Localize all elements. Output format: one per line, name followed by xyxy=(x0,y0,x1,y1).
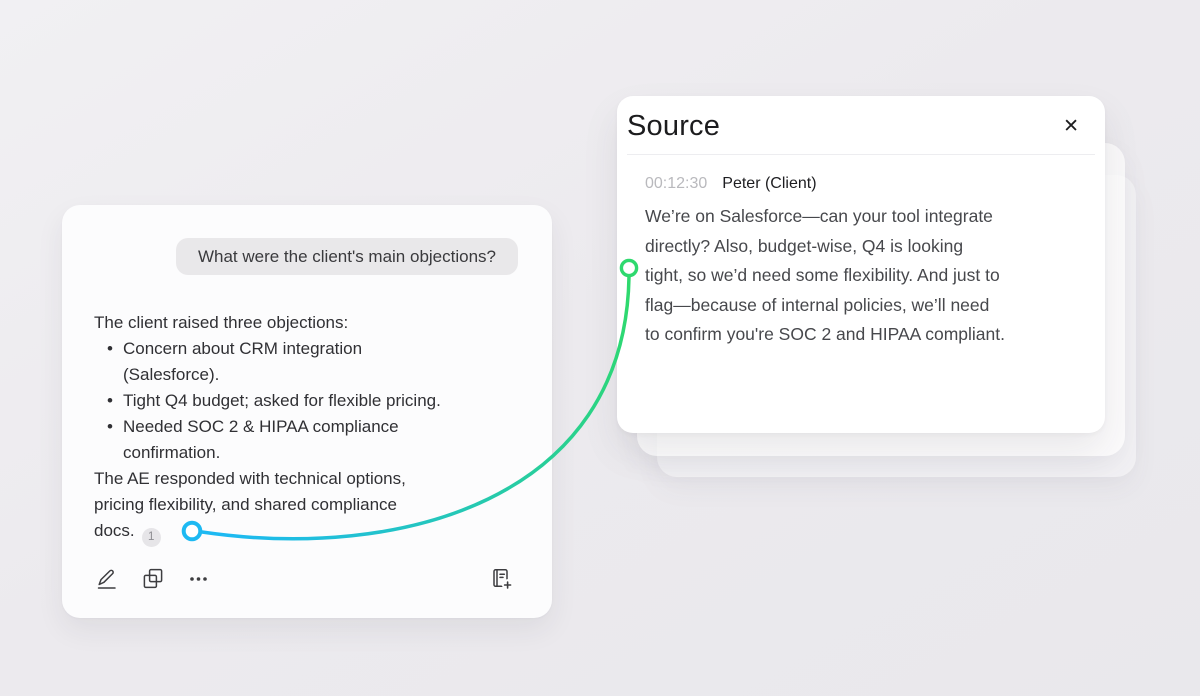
bullet-text: Concern about CRM integration (Salesforc… xyxy=(123,336,362,388)
answer-text-block: The client raised three objections: • Co… xyxy=(94,310,518,547)
close-button[interactable]: ✕ xyxy=(1059,115,1083,138)
source-panel: Source ✕ 00:12:30 Peter (Client) We’re o… xyxy=(617,96,1105,433)
pencil-icon xyxy=(95,567,119,591)
source-header: Source ✕ xyxy=(617,96,1105,154)
bullet-text: Needed SOC 2 & HIPAA compliance confirma… xyxy=(123,414,399,466)
answer-bullet-3: • Needed SOC 2 & HIPAA compliance confir… xyxy=(94,414,518,466)
ellipsis-icon xyxy=(187,567,211,591)
answer-closing-text: The AE responded with technical options,… xyxy=(94,469,406,540)
citation-badge[interactable]: 1 xyxy=(142,528,161,547)
source-title: Source xyxy=(627,106,720,146)
source-content: 00:12:30 Peter (Client) We’re on Salesfo… xyxy=(617,155,1105,350)
copy-button[interactable] xyxy=(140,566,166,592)
answer-card: What were the client's main objections? … xyxy=(62,205,552,618)
desktop-background: { "answer_card": { "question": "What wer… xyxy=(0,0,1200,696)
timestamp: 00:12:30 xyxy=(645,174,707,193)
question-text: What were the client's main objections? xyxy=(198,247,496,266)
more-button[interactable] xyxy=(186,566,212,592)
edit-button[interactable] xyxy=(94,566,120,592)
bullet-dot: • xyxy=(107,414,123,466)
answer-closing: The AE responded with technical options,… xyxy=(94,466,518,547)
answer-bullet-2: • Tight Q4 budget; asked for flexible pr… xyxy=(94,388,518,414)
close-icon: ✕ xyxy=(1063,116,1079,137)
bullet-dot: • xyxy=(107,336,123,388)
bullet-text: Tight Q4 budget; asked for flexible pric… xyxy=(123,388,441,414)
transcript-meta: 00:12:30 Peter (Client) xyxy=(645,174,1085,193)
note-plus-icon xyxy=(489,567,513,591)
copy-icon xyxy=(141,567,165,591)
add-to-note-button[interactable] xyxy=(488,566,514,592)
question-bubble: What were the client's main objections? xyxy=(176,238,518,275)
transcript-text: We’re on Salesforce—can your tool integr… xyxy=(645,202,1085,350)
speaker-name: Peter (Client) xyxy=(722,174,816,193)
answer-toolbar xyxy=(94,566,518,592)
bullet-dot: • xyxy=(107,388,123,414)
answer-intro: The client raised three objections: xyxy=(94,310,518,336)
answer-bullet-1: • Concern about CRM integration (Salesfo… xyxy=(94,336,518,388)
